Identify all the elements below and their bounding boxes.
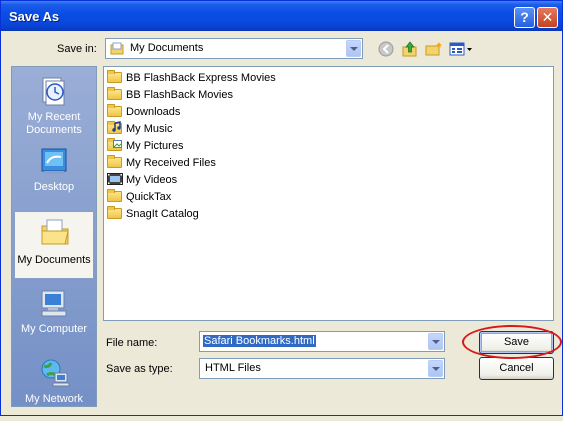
item-label: BB FlashBack Express Movies xyxy=(126,72,276,84)
my-documents-icon xyxy=(39,216,71,248)
list-item[interactable]: My Videos xyxy=(107,172,177,188)
my-computer-icon xyxy=(38,287,70,319)
save-in-dropdown[interactable]: My Documents xyxy=(105,38,363,59)
list-item[interactable]: My Pictures xyxy=(107,138,183,154)
place-label: My Computer xyxy=(20,323,88,335)
recent-documents-icon xyxy=(38,75,70,107)
item-label: Downloads xyxy=(126,106,181,118)
folder-icon xyxy=(107,189,123,203)
my-documents-small-icon xyxy=(110,42,124,55)
back-icon[interactable] xyxy=(378,41,396,57)
desktop-icon xyxy=(38,145,70,177)
item-label: QuickTax xyxy=(126,191,172,203)
chevron-down-icon[interactable] xyxy=(428,333,443,350)
place-label: My Recent Documents xyxy=(26,111,82,136)
view-menu-icon[interactable] xyxy=(449,41,473,57)
list-item[interactable]: BB FlashBack Movies xyxy=(107,87,233,103)
place-my-recent-documents[interactable]: My Recent Documents xyxy=(14,71,94,139)
music-folder-icon xyxy=(107,121,123,135)
folder-icon xyxy=(107,104,123,118)
list-item[interactable]: QuickTax xyxy=(107,189,171,205)
item-label: My Pictures xyxy=(126,140,184,152)
window-title: Save As xyxy=(9,9,60,24)
cancel-button[interactable]: Cancel xyxy=(479,357,554,380)
chevron-down-icon[interactable] xyxy=(428,360,443,377)
help-button[interactable]: ? xyxy=(514,7,535,28)
item-label: SnagIt Catalog xyxy=(126,208,199,220)
file-name-field[interactable]: Safari Bookmarks.html xyxy=(199,331,445,352)
close-button[interactable]: ✕ xyxy=(537,7,558,28)
file-name-value: Safari Bookmarks.html xyxy=(203,335,316,347)
place-label: Desktop xyxy=(33,181,75,193)
up-one-level-icon[interactable] xyxy=(401,41,419,57)
place-my-documents[interactable]: My Documents xyxy=(14,211,94,279)
places-bar: My Recent Documents Desktop My Documents… xyxy=(11,66,97,407)
item-label: My Music xyxy=(126,123,173,135)
item-label: My Videos xyxy=(126,174,178,186)
save-as-type-value: HTML Files xyxy=(205,362,261,374)
title-bar[interactable]: Save As ? ✕ xyxy=(1,1,562,31)
folder-icon xyxy=(107,87,123,101)
list-item[interactable]: SnagIt Catalog xyxy=(107,206,199,222)
place-my-network[interactable]: My Network xyxy=(14,353,94,421)
save-as-dialog: Save As ? ✕ Save in: My Documents My Rec… xyxy=(0,0,563,416)
file-list[interactable]: BB FlashBack Express Movies BB FlashBack… xyxy=(103,66,554,321)
item-label: My Received Files xyxy=(126,157,216,169)
videos-folder-icon xyxy=(107,172,123,186)
list-item[interactable]: My Received Files xyxy=(107,155,216,171)
place-label: My Network xyxy=(24,393,84,405)
file-name-label: File name: xyxy=(106,337,158,349)
pictures-folder-icon xyxy=(107,138,123,152)
save-in-label: Save in: xyxy=(57,43,97,55)
new-folder-icon[interactable] xyxy=(425,41,443,57)
my-network-icon xyxy=(38,357,70,389)
save-in-value: My Documents xyxy=(130,42,204,54)
place-my-computer[interactable]: My Computer xyxy=(14,283,94,351)
folder-icon xyxy=(107,70,123,84)
save-as-type-dropdown[interactable]: HTML Files xyxy=(199,358,445,379)
list-item[interactable]: My Music xyxy=(107,121,172,137)
folder-icon xyxy=(107,155,123,169)
place-label: My Documents xyxy=(17,254,91,266)
item-label: BB FlashBack Movies xyxy=(126,89,233,101)
place-desktop[interactable]: Desktop xyxy=(14,141,94,209)
list-item[interactable]: Downloads xyxy=(107,104,180,120)
folder-icon xyxy=(107,206,123,220)
chevron-down-icon[interactable] xyxy=(346,40,361,57)
save-as-type-label: Save as type: xyxy=(106,363,173,375)
annotation-circle xyxy=(462,325,562,359)
list-item[interactable]: BB FlashBack Express Movies xyxy=(107,70,276,86)
